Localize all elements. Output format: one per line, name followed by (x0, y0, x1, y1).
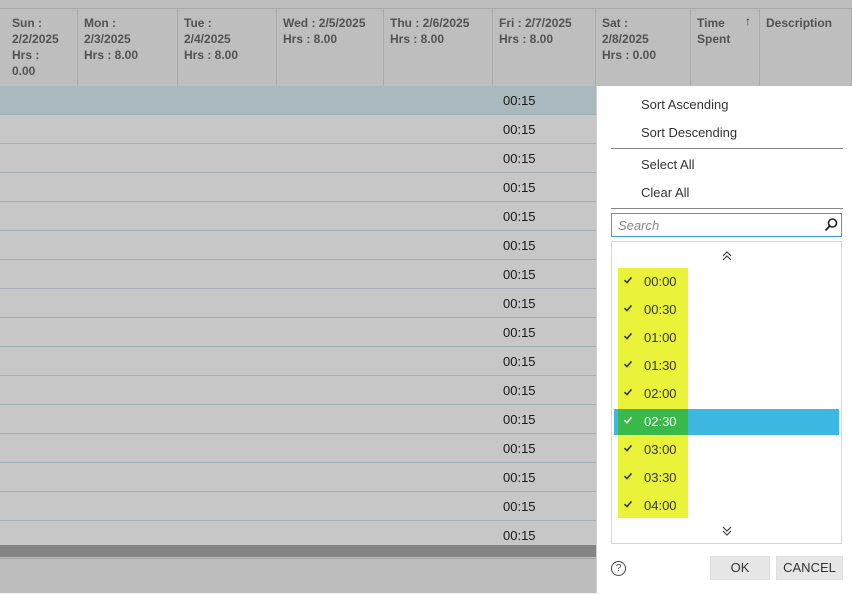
filter-option-label: 02:30 (644, 414, 677, 429)
filter-option[interactable]: 03:00 (612, 436, 841, 464)
column-filter-menu: Sort Ascending Sort Descending Select Al… (596, 86, 852, 593)
cancel-button[interactable]: CANCEL (776, 556, 843, 580)
filter-option[interactable]: 03:30 (612, 464, 841, 492)
checkmark-icon[interactable] (623, 498, 633, 512)
filter-option-label: 02:00 (644, 386, 677, 401)
filter-option[interactable]: 00:00 (612, 268, 841, 296)
checkmark-icon[interactable] (623, 330, 633, 344)
filter-option-label: 01:30 (644, 358, 677, 373)
filter-options-list[interactable]: 00:00 00:30 01:00 01:30 02:00 02:30 03:00 03:30… (611, 241, 842, 544)
filter-search-box (611, 213, 842, 237)
ok-button[interactable]: OK (710, 556, 770, 580)
sort-ascending-item[interactable]: Sort Ascending (641, 97, 728, 112)
menu-separator (611, 208, 843, 209)
filter-option-label: 00:00 (644, 274, 677, 289)
filter-option[interactable]: 02:00 (612, 380, 841, 408)
filter-option[interactable]: 00:30 (612, 296, 841, 324)
clear-all-item[interactable]: Clear All (641, 185, 689, 200)
filter-option[interactable]: 01:30 (612, 352, 841, 380)
select-all-item[interactable]: Select All (641, 157, 694, 172)
checkmark-icon[interactable] (623, 442, 633, 456)
checkmark-icon[interactable] (623, 358, 633, 372)
checkmark-icon[interactable] (623, 470, 633, 484)
sort-descending-item[interactable]: Sort Descending (641, 125, 737, 140)
checkmark-icon[interactable] (623, 302, 633, 316)
search-input[interactable] (612, 214, 823, 236)
filter-option-label: 03:00 (644, 442, 677, 457)
filter-option-label: 01:00 (644, 330, 677, 345)
filter-option[interactable]: 02:30 (612, 408, 841, 436)
filter-option-label: 03:30 (644, 470, 677, 485)
search-icon[interactable] (823, 216, 839, 234)
menu-separator (611, 148, 843, 149)
double-chevron-up-icon[interactable] (720, 250, 734, 262)
filter-option-label: 00:30 (644, 302, 677, 317)
checkmark-icon[interactable] (623, 274, 633, 288)
help-icon[interactable]: ? (611, 561, 626, 576)
filter-option-label: 04:00 (644, 498, 677, 513)
double-chevron-down-icon[interactable] (720, 525, 734, 537)
filter-option[interactable]: 04:00 (612, 492, 841, 520)
checkmark-icon[interactable] (623, 386, 633, 400)
filter-option[interactable]: 01:00 (612, 324, 841, 352)
checkmark-icon[interactable] (623, 414, 633, 428)
